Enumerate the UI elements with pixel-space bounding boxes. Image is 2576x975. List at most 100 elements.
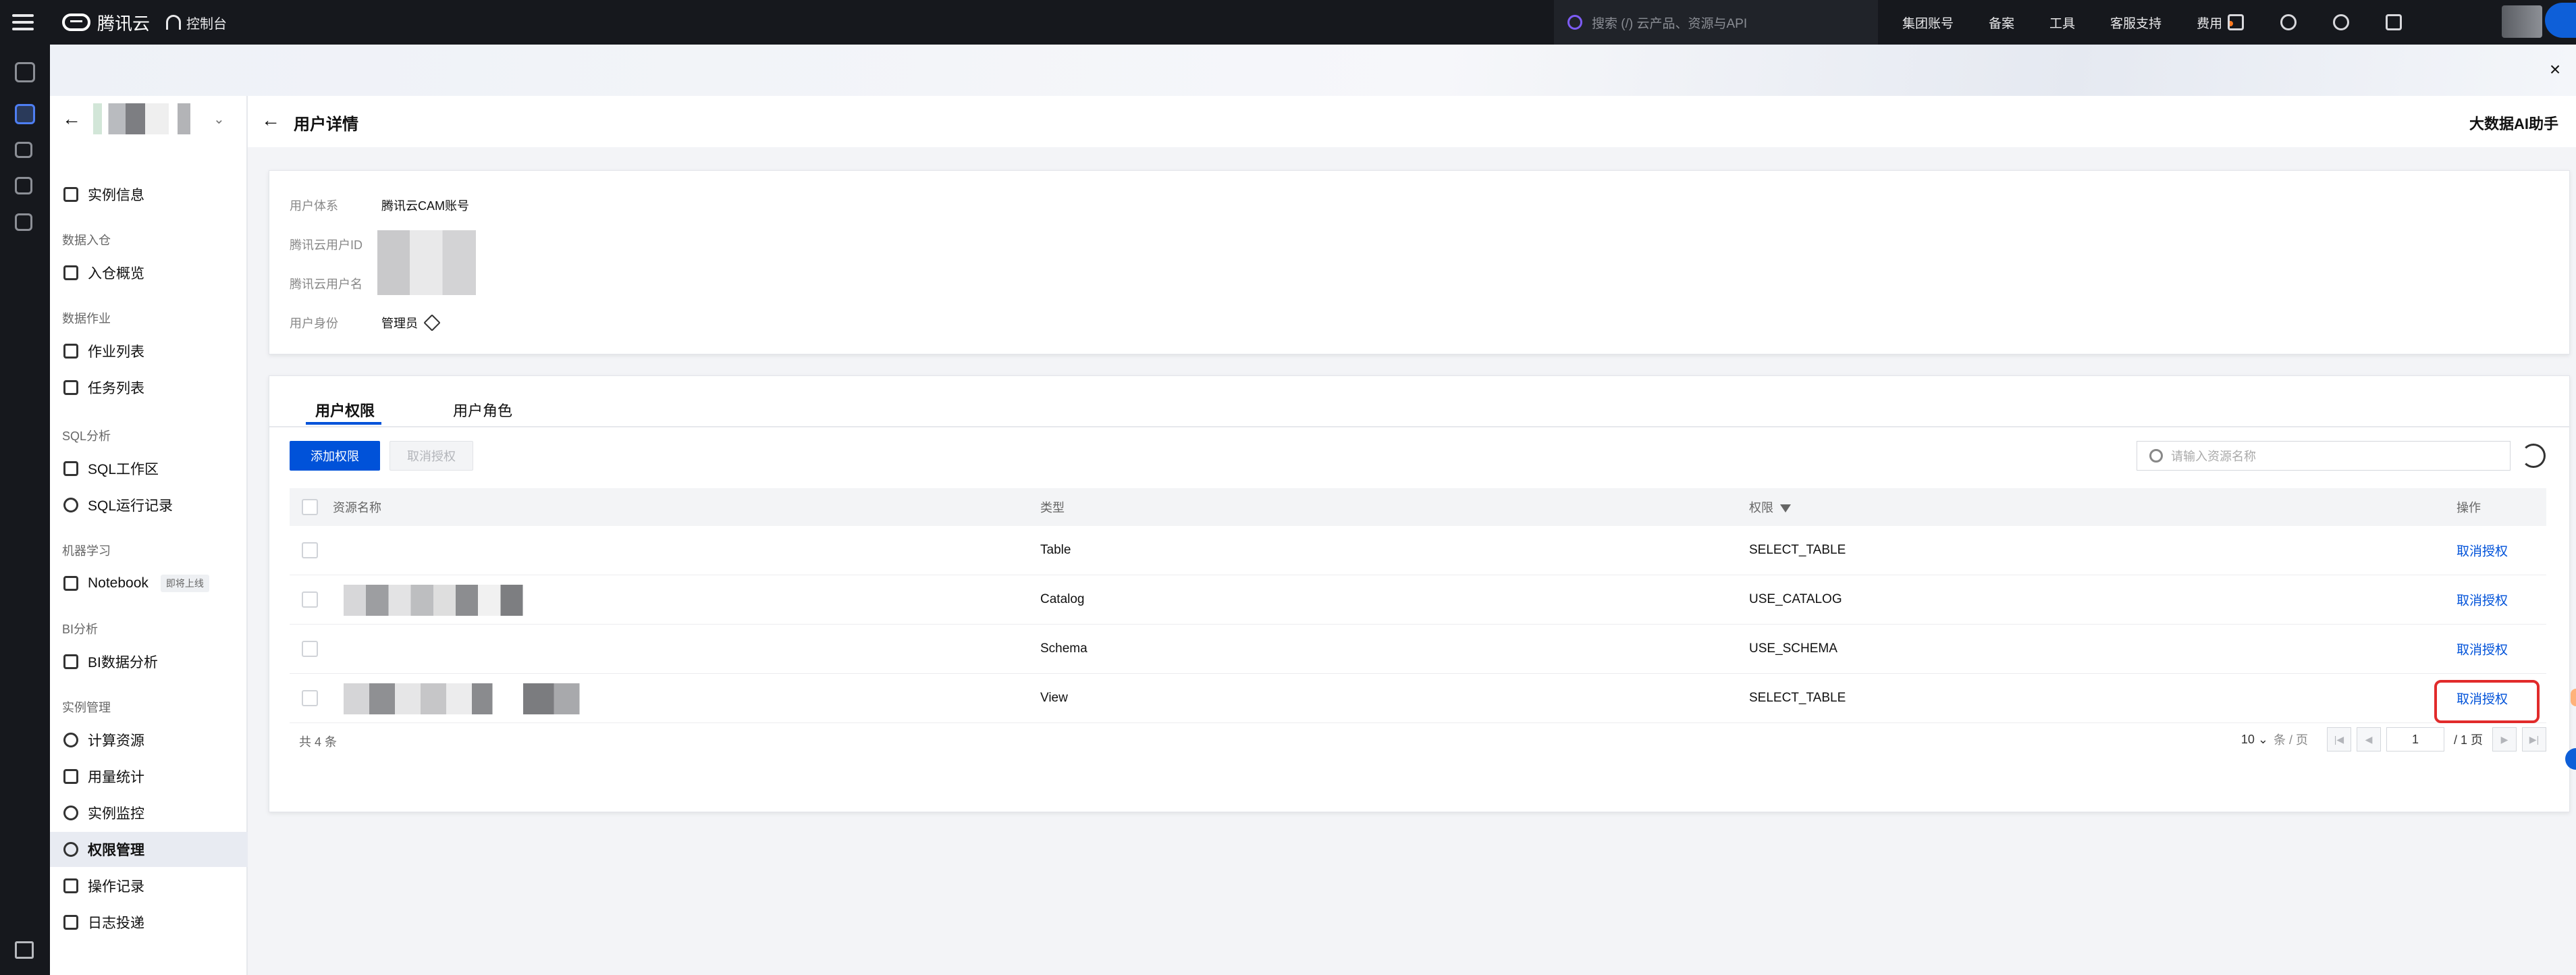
- revoke-link[interactable]: 取消授权: [2457, 591, 2508, 609]
- compass-icon[interactable]: [2280, 14, 2297, 30]
- next-page-icon[interactable]: ▶: [2492, 727, 2517, 752]
- row-checkbox[interactable]: [302, 690, 318, 706]
- add-permission-button[interactable]: 添加权限: [290, 441, 380, 471]
- sidebar-item-instance-info[interactable]: 实例信息: [50, 177, 248, 212]
- note-icon[interactable]: [15, 213, 32, 231]
- sidebar-item-label: 实例信息: [88, 188, 144, 203]
- global-search[interactable]: 搜索 (/) 云产品、资源与API: [1554, 0, 1878, 45]
- nav-tools[interactable]: 工具: [2049, 14, 2075, 32]
- pagination: 10 ⌄ 条 / 页 |◀ ◀ 1 / 1 页 ▶ ▶|: [2241, 727, 2546, 752]
- sidebar-item-bi-analysis[interactable]: BI数据分析: [50, 644, 248, 679]
- row-checkbox[interactable]: [302, 591, 318, 608]
- info-row-role: 用户身份 管理员: [290, 314, 441, 332]
- revoke-button[interactable]: 取消授权: [390, 441, 473, 471]
- sidebar-item-task-list[interactable]: 任务列表: [50, 370, 248, 405]
- sidebar-item-label: 计算资源: [88, 733, 144, 749]
- top-nav: 集团账号 备案 工具 客服支持 费用: [1902, 0, 2268, 45]
- user-system-label: 用户体系: [290, 199, 338, 213]
- sidebar-item-label: 操作记录: [88, 879, 144, 895]
- chart-icon: [63, 654, 78, 669]
- sidebar-item-usage[interactable]: 用量统计: [50, 759, 248, 794]
- sidebar-item-label: 入仓概览: [88, 266, 144, 282]
- filter-icon[interactable]: [1780, 504, 1791, 513]
- list-icon[interactable]: [15, 177, 32, 194]
- clock-icon: [63, 498, 78, 512]
- close-icon[interactable]: ×: [2545, 59, 2565, 80]
- sidebar-item-label: BI数据分析: [88, 655, 158, 670]
- resource-search-input[interactable]: 请输入资源名称: [2137, 441, 2511, 471]
- sidebar-item-job-list[interactable]: 作业列表: [50, 334, 248, 369]
- page-size-unit: 条 / 页: [2273, 733, 2308, 747]
- ai-assistant-link[interactable]: 大数据AI助手: [2469, 112, 2558, 134]
- page-number-input[interactable]: 1: [2386, 727, 2444, 752]
- delivery-icon: [63, 915, 78, 930]
- console-link[interactable]: 控制台: [166, 11, 227, 34]
- cloud-logo-icon: [62, 14, 90, 31]
- pie-icon: [63, 733, 78, 747]
- sidebar-item-monitor[interactable]: 实例监控: [50, 795, 248, 831]
- workspace-icon: [63, 461, 78, 476]
- section-instance: 实例管理: [62, 701, 111, 714]
- ai-icon[interactable]: [15, 142, 32, 158]
- nav-group-account[interactable]: 集团账号: [1902, 14, 1954, 32]
- cube-icon: [63, 187, 78, 202]
- dashboard-icon[interactable]: [15, 62, 35, 82]
- menu-icon[interactable]: [9, 10, 36, 34]
- sidebar-item-sql-workspace[interactable]: SQL工作区: [50, 451, 248, 486]
- nav-filing[interactable]: 备案: [1989, 14, 2014, 32]
- brand-logo[interactable]: 腾讯云: [62, 9, 150, 35]
- page-size-select[interactable]: 10 ⌄: [2241, 733, 2268, 747]
- sidebar-item-sql-history[interactable]: SQL运行记录: [50, 488, 248, 523]
- back-arrow-icon[interactable]: ←: [62, 108, 81, 130]
- account-badge[interactable]: [2545, 3, 2576, 38]
- chevron-down-icon[interactable]: ⌄: [213, 111, 225, 128]
- cell-permission: USE_CATALOG: [1749, 592, 1842, 606]
- user-system-value: 腾讯云CAM账号: [381, 199, 469, 213]
- revoke-link[interactable]: 取消授权: [2457, 542, 2508, 560]
- users-icon: [63, 842, 78, 857]
- instance-switcher[interactable]: ← ⌄: [50, 96, 248, 142]
- last-page-icon[interactable]: ▶|: [2522, 727, 2546, 752]
- row-checkbox[interactable]: [302, 641, 318, 657]
- total-count: 共 4 条: [299, 735, 338, 749]
- document-icon[interactable]: [2386, 14, 2402, 30]
- nav-support[interactable]: 客服支持: [2110, 14, 2162, 32]
- row-checkbox[interactable]: [302, 542, 318, 558]
- sidebar-item-log-delivery[interactable]: 日志投递: [50, 905, 248, 940]
- table-row: View SELECT_TABLE 取消授权: [290, 674, 2546, 723]
- section-data-ingest: 数据入仓: [62, 234, 111, 247]
- sidebar-item-notebook[interactable]: Notebook 即将上线: [50, 566, 248, 601]
- side-menu: ← ⌄ 实例信息 数据入仓 入仓概览 数据作业 作业列表 任务列表 SQL分析 …: [50, 96, 248, 975]
- tab-roles[interactable]: 用户角色: [453, 399, 512, 421]
- header-type: 类型: [1040, 501, 1065, 515]
- info-row-name: 腾讯云用户名: [290, 275, 381, 292]
- translate-icon[interactable]: [2228, 14, 2244, 30]
- chevron-down-icon: ⌄: [2257, 732, 2268, 746]
- cell-permission: SELECT_TABLE: [1749, 691, 1846, 705]
- collapse-rail-icon[interactable]: [15, 941, 34, 959]
- page-title: 用户详情: [294, 115, 358, 134]
- bell-icon[interactable]: [2333, 14, 2349, 30]
- tab-permissions[interactable]: 用户权限: [315, 399, 375, 421]
- layers-icon[interactable]: [15, 104, 35, 124]
- revoke-link[interactable]: 取消授权: [2457, 640, 2508, 658]
- sidebar-item-compute[interactable]: 计算资源: [50, 722, 248, 758]
- console-label: 控制台: [186, 16, 227, 32]
- tab-bar: 用户权限 用户角色: [269, 376, 2571, 427]
- prev-page-icon[interactable]: ◀: [2356, 727, 2381, 752]
- refresh-icon[interactable]: [2521, 444, 2546, 468]
- floating-helper-avatar[interactable]: [2571, 689, 2576, 706]
- brand-name: 腾讯云: [97, 13, 151, 34]
- select-all-checkbox[interactable]: [302, 499, 318, 515]
- info-row-id: 腾讯云用户ID: [290, 236, 381, 253]
- header-permission[interactable]: 权限: [1749, 498, 1791, 516]
- sidebar-item-operation-log[interactable]: 操作记录: [50, 868, 248, 903]
- edit-icon[interactable]: [423, 314, 441, 332]
- sidebar-item-permission[interactable]: 权限管理: [50, 832, 248, 867]
- first-page-icon[interactable]: |◀: [2326, 727, 2351, 752]
- sidebar-item-ingest-overview[interactable]: 入仓概览: [50, 255, 248, 290]
- section-data-job: 数据作业: [62, 312, 111, 325]
- back-arrow-icon[interactable]: ←: [261, 109, 280, 131]
- account-avatar[interactable]: [2502, 5, 2542, 38]
- top-bar: 腾讯云 控制台 搜索 (/) 云产品、资源与API 集团账号 备案 工具 客服支…: [0, 0, 2576, 45]
